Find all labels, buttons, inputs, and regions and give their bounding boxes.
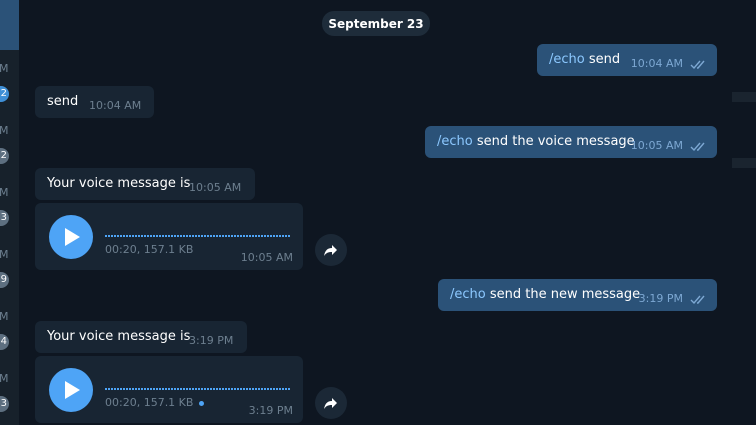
forward-button[interactable] xyxy=(315,387,347,419)
chat-item-time: M xyxy=(0,372,9,385)
double-check-icon xyxy=(690,60,705,70)
date-separator: September 23 xyxy=(322,11,430,36)
unread-badge: 2 xyxy=(0,148,9,164)
chat-item-time: M xyxy=(0,62,9,75)
message-time: 3:19 PM xyxy=(248,404,293,417)
voice-duration-size: 00:20, 157.1 KB xyxy=(105,396,194,409)
panel-divider xyxy=(732,158,756,168)
message-text: send xyxy=(47,94,79,109)
chat-item-time: M xyxy=(0,310,9,323)
incoming-message[interactable]: Your voice message is 3:19 PM xyxy=(35,321,247,353)
incoming-message[interactable]: Your voice message is 10:05 AM xyxy=(35,168,255,200)
message-time: 3:19 PM xyxy=(638,292,683,305)
message-text: Your voice message is xyxy=(47,176,191,191)
chat-list-sidebar[interactable]: M 2 M 2 M 3 M 9 M 4 M 3 xyxy=(0,0,19,425)
message-text: Your voice message is xyxy=(47,329,191,344)
chat-item-time: M xyxy=(0,248,9,261)
unread-badge: 3 xyxy=(0,396,9,412)
chat-item-time: M xyxy=(0,124,9,137)
outgoing-message[interactable]: /echo send the voice message 10:05 AM xyxy=(425,126,717,158)
unread-badge: 3 xyxy=(0,210,9,226)
forward-arrow-icon xyxy=(324,398,337,409)
incoming-message[interactable]: send 10:04 AM xyxy=(35,86,154,118)
play-button[interactable] xyxy=(49,368,93,412)
voice-message[interactable]: 00:20, 157.1 KB 10:05 AM xyxy=(35,203,303,270)
double-check-icon xyxy=(690,295,705,305)
forward-arrow-icon xyxy=(324,245,337,256)
play-icon xyxy=(65,381,80,399)
message-time: 10:04 AM xyxy=(630,57,683,70)
voice-duration-size: 00:20, 157.1 KB xyxy=(105,243,194,256)
right-panel-edge xyxy=(732,0,756,425)
bot-command-link[interactable]: /echo xyxy=(549,52,585,67)
message-time: 10:05 AM xyxy=(240,251,293,264)
bot-command-link[interactable]: /echo xyxy=(437,134,473,149)
panel-divider xyxy=(732,92,756,102)
message-text: send the voice message xyxy=(472,134,635,149)
outgoing-message[interactable]: /echo send 10:04 AM xyxy=(537,44,717,76)
active-chat-item[interactable] xyxy=(0,0,19,50)
bot-command-link[interactable]: /echo xyxy=(450,287,486,302)
forward-button[interactable] xyxy=(315,234,347,266)
voice-waveform[interactable] xyxy=(105,235,291,237)
play-button[interactable] xyxy=(49,215,93,259)
chat-item-time: M xyxy=(0,186,9,199)
double-check-icon xyxy=(690,142,705,152)
message-time: 10:05 AM xyxy=(189,181,242,194)
message-text: send the new message xyxy=(485,287,641,302)
voice-message[interactable]: 00:20, 157.1 KB 3:19 PM xyxy=(35,356,303,423)
unread-badge: 9 xyxy=(0,272,9,288)
outgoing-message[interactable]: /echo send the new message 3:19 PM xyxy=(438,279,717,311)
message-time: 3:19 PM xyxy=(189,334,234,347)
voice-waveform[interactable] xyxy=(105,388,291,390)
unread-badge: 2 xyxy=(0,86,9,102)
message-text: send xyxy=(584,52,621,67)
message-time: 10:04 AM xyxy=(89,99,142,112)
play-icon xyxy=(65,228,80,246)
unread-badge: 4 xyxy=(0,334,9,350)
message-time: 10:05 AM xyxy=(630,139,683,152)
unread-dot-icon xyxy=(199,400,205,406)
